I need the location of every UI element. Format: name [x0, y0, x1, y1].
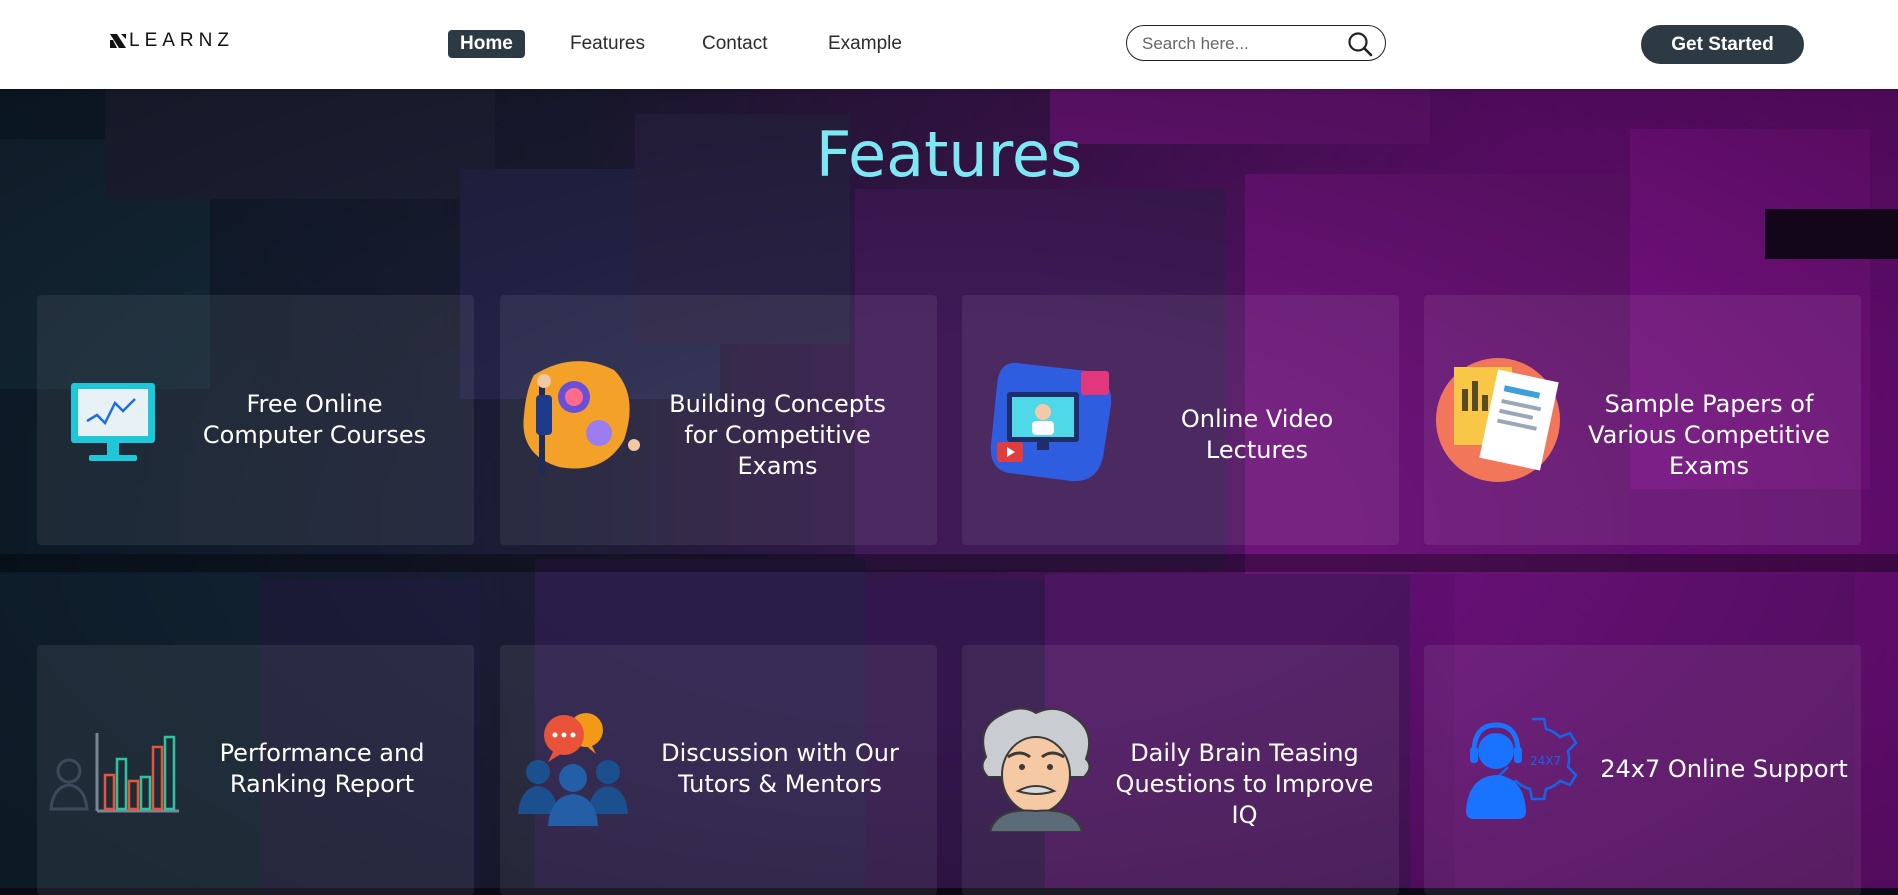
feature-card[interactable]: 24X7 24x7 Online Support — [1424, 645, 1861, 895]
search-icon[interactable] — [1347, 31, 1373, 57]
feature-label: Performance and Ranking Report — [219, 739, 425, 798]
computer-monitor-icon — [71, 383, 155, 461]
logo-text: LEARNZ — [129, 30, 234, 51]
discussion-group-icon — [518, 713, 628, 826]
nav-features[interactable]: Features — [570, 30, 645, 58]
feature-label: Online Video Lectures — [1180, 405, 1334, 464]
concept-brain-icon — [523, 361, 640, 475]
feature-label: Building Concepts for Competitive Exams — [669, 390, 886, 480]
feature-label: 24x7 Online Support — [1600, 755, 1848, 783]
get-started-button[interactable]: Get Started — [1641, 25, 1804, 64]
search-box — [1126, 25, 1386, 61]
logo[interactable]: LEARNZ — [109, 30, 234, 52]
nav-home[interactable]: Home — [448, 30, 525, 58]
sample-papers-icon — [1436, 358, 1560, 482]
search-input[interactable] — [1140, 32, 1334, 56]
ranking-chart-icon — [49, 733, 179, 813]
feature-card[interactable]: Online Video Lectures — [962, 295, 1399, 545]
feature-card[interactable]: Free Online Computer Courses — [37, 295, 474, 545]
feature-label: Daily Brain Teasing Questions to Improve… — [1115, 739, 1374, 829]
nav-example[interactable]: Example — [828, 30, 902, 58]
feature-card[interactable]: Building Concepts for Competitive Exams — [500, 295, 937, 545]
feature-label: Discussion with Our Tutors & Mentors — [661, 739, 899, 798]
video-lecture-icon — [990, 362, 1112, 482]
feature-card[interactable]: Discussion with Our Tutors & Mentors — [500, 645, 937, 895]
svg-text:24X7: 24X7 — [1530, 754, 1561, 768]
feature-label: Sample Papers of Various Competitive Exa… — [1588, 390, 1830, 480]
top-navbar: LEARNZ Home Features Contact Example Get… — [0, 0, 1898, 89]
feature-card[interactable]: Performance and Ranking Report — [37, 645, 474, 895]
feature-card[interactable]: Sample Papers of Various Competitive Exa… — [1424, 295, 1861, 545]
page-title: Features — [815, 118, 1083, 191]
feature-card[interactable]: Daily Brain Teasing Questions to Improve… — [962, 645, 1399, 895]
logo-mark-icon — [110, 34, 126, 48]
support-headset-icon: 24X7 — [1466, 717, 1578, 819]
feature-label: Free Online Computer Courses — [202, 390, 427, 449]
einstein-icon — [981, 707, 1091, 832]
nav-contact[interactable]: Contact — [702, 30, 767, 58]
